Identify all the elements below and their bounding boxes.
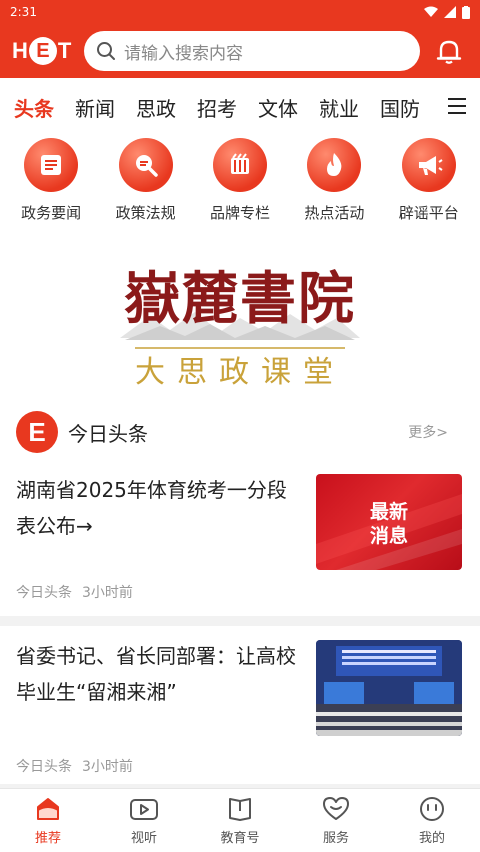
- nav-recommend[interactable]: 推荐: [0, 789, 96, 852]
- quick-links: 政务要闻 政策法规 品牌专栏 热点活动 辟谣平台: [0, 136, 480, 236]
- quick-link-label: 品牌专栏: [209, 204, 270, 222]
- status-time: 2:31: [10, 5, 37, 19]
- thumb-text-line-1: 最新: [370, 500, 408, 523]
- home-icon: [37, 798, 59, 820]
- profile-icon: [420, 797, 444, 821]
- tab-news[interactable]: 新闻: [75, 93, 115, 122]
- signal-icon: [444, 6, 456, 18]
- app-header: H E T 请输入搜索内容: [0, 24, 480, 78]
- quick-link-policy[interactable]: 政策法规: [100, 136, 192, 236]
- notification-button[interactable]: [434, 36, 464, 66]
- logo-letter-e: E: [28, 37, 57, 65]
- book-icon: [229, 798, 251, 821]
- heart-icon: [323, 797, 349, 820]
- article-meta: 今日头条 3小时前: [16, 756, 133, 776]
- nav-service[interactable]: 服务: [288, 789, 384, 852]
- article-thumbnail[interactable]: 最新 消息: [316, 474, 462, 570]
- magnifier-icon: [118, 138, 173, 192]
- tab-employment[interactable]: 就业: [319, 93, 359, 122]
- status-bar: 2:31: [0, 0, 480, 24]
- divider: [0, 616, 480, 626]
- article-meta: 今日头条 3小时前: [16, 582, 133, 602]
- bell-icon: [436, 40, 462, 64]
- section-header: E 今日头条 更多>: [16, 410, 464, 454]
- quick-link-gov-news[interactable]: 政务要闻: [5, 136, 97, 236]
- tab-ideology[interactable]: 思政: [136, 93, 176, 122]
- thumb-text-line-2: 消息: [370, 524, 408, 547]
- banner-art: 嶽麓書院 大思政课堂: [120, 266, 360, 390]
- quick-link-label: 政策法规: [115, 204, 176, 222]
- app-logo[interactable]: H E T: [12, 37, 76, 65]
- tab-defense[interactable]: 国防: [380, 93, 420, 122]
- article-time: 3小时前: [82, 759, 133, 775]
- banner-subtitle: 大思政课堂: [135, 355, 345, 390]
- bottom-nav: 推荐 视听 教育号 服务 我的: [0, 788, 480, 852]
- channel-tabs: 头条 新闻 思政 招考 文体 就业 国防: [0, 78, 480, 136]
- article-title[interactable]: 湖南省2025年体育统考一分段表公布→: [16, 472, 296, 544]
- main-content: 头条 新闻 思政 招考 文体 就业 国防 政务要闻 政策法规 品牌专栏 热点活动…: [0, 78, 480, 788]
- banner-title: 嶽麓書院: [124, 266, 356, 332]
- article-card[interactable]: 省委书记、省长同部署：让高校毕业生“留湘来湘” 今日头条 3小时前: [0, 638, 480, 788]
- document-icon: [24, 138, 79, 192]
- tab-exams[interactable]: 招考: [197, 93, 237, 122]
- quick-link-brand[interactable]: 品牌专栏: [194, 136, 286, 236]
- search-icon: [97, 42, 115, 60]
- quick-link-rumor[interactable]: 辟谣平台: [383, 136, 475, 236]
- quick-link-hot-events[interactable]: 热点活动: [288, 136, 380, 236]
- nav-label: 教育号: [220, 831, 260, 846]
- logo-letter-h: H: [12, 38, 28, 63]
- banner[interactable]: 嶽麓書院 大思政课堂: [0, 246, 480, 396]
- nav-label: 我的: [418, 831, 445, 846]
- nav-video[interactable]: 视听: [96, 789, 192, 852]
- search-input[interactable]: 请输入搜索内容: [84, 31, 420, 71]
- thumbnail-art: 最新 消息: [316, 494, 462, 570]
- menu-icon[interactable]: [448, 98, 466, 114]
- quick-link-label: 政务要闻: [21, 204, 82, 222]
- quick-link-label: 热点活动: [304, 204, 365, 222]
- quick-link-label: 辟谣平台: [398, 204, 459, 222]
- nav-education[interactable]: 教育号: [192, 789, 288, 852]
- article-source: 今日头条: [16, 759, 72, 775]
- nav-label: 服务: [322, 831, 349, 846]
- section-logo: E: [16, 411, 58, 453]
- tab-culture-sports[interactable]: 文体: [258, 93, 298, 122]
- conference-photo: [316, 640, 462, 736]
- article-card[interactable]: 湖南省2025年体育统考一分段表公布→ 最新 消息 今日头条 3小时前: [0, 472, 480, 614]
- nav-label: 推荐: [34, 831, 61, 846]
- article-thumbnail[interactable]: [316, 640, 462, 736]
- more-link[interactable]: 更多>: [408, 422, 448, 442]
- article-source: 今日头条: [16, 585, 72, 601]
- logo-letter-t: T: [57, 38, 72, 63]
- flame-icon: [307, 138, 362, 192]
- columns-icon: [212, 138, 267, 192]
- nav-label: 视听: [130, 831, 157, 846]
- section-title: 今日头条: [68, 421, 148, 446]
- system-icons: [424, 5, 470, 19]
- nav-profile[interactable]: 我的: [384, 789, 480, 852]
- article-time: 3小时前: [82, 585, 133, 601]
- tab-headlines[interactable]: 头条: [14, 93, 54, 122]
- wifi-icon: [424, 6, 438, 17]
- megaphone-icon: [401, 138, 456, 192]
- battery-icon: [462, 5, 470, 19]
- search-placeholder: 请输入搜索内容: [124, 43, 243, 64]
- article-title[interactable]: 省委书记、省长同部署：让高校毕业生“留湘来湘”: [16, 638, 296, 710]
- video-icon: [130, 799, 158, 820]
